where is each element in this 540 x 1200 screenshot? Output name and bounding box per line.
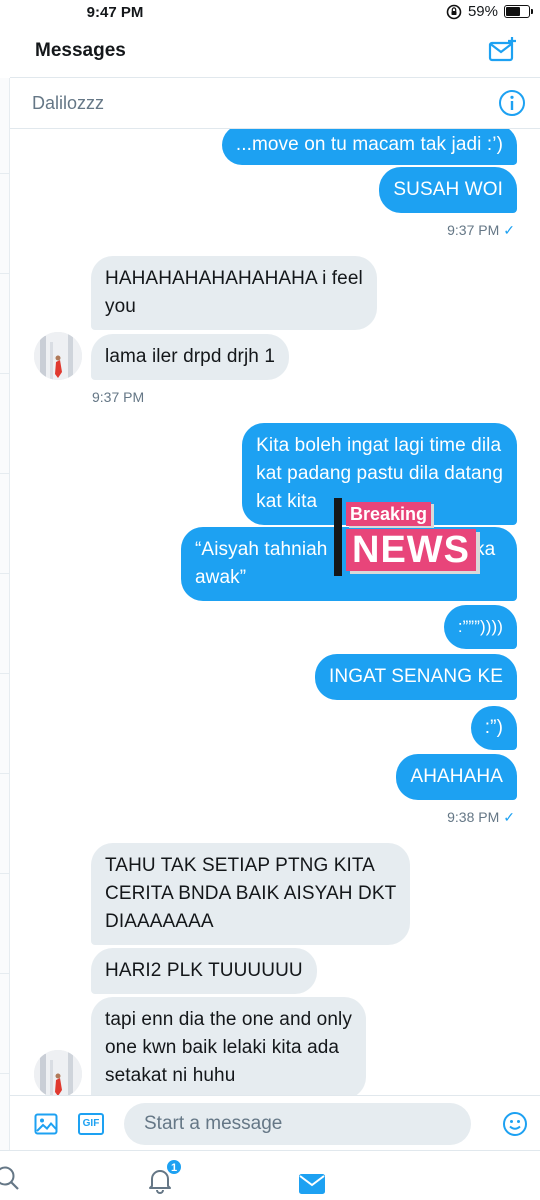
gif-button[interactable]: GIF [78,1113,104,1135]
emoji-icon[interactable] [502,1111,528,1137]
battery-percentage: 59% [467,3,498,20]
message-text: awak” [195,567,247,588]
message-timestamp: 9:37 PM [92,389,145,405]
bottom-tab-bar: 1 [0,1150,540,1200]
battery-icon [504,5,533,18]
message-bubble-outgoing[interactable]: AHAHAHA [396,754,517,800]
message-bubble-incoming[interactable]: tapi enn dia the one and only one kwn ba… [91,997,366,1095]
conversation-header: Dalilozzz [10,77,540,129]
search-icon[interactable] [0,1165,20,1191]
avatar[interactable] [34,1050,82,1095]
page-title: Messages [35,40,126,61]
message-bubble-outgoing[interactable]: SUSAH WOI [379,167,517,213]
inbox-list-edge [0,78,10,1150]
avatar-image [34,332,82,380]
sent-check-icon: ✓ [503,222,515,238]
message-bubble-outgoing[interactable]: :”””)))) [443,605,517,649]
message-bubble-incoming[interactable]: TAHU TAK SETIAP PTNG KITA CERITA BNDA BA… [91,843,411,945]
message-bubble-outgoing[interactable]: :”) [470,706,517,750]
conversation-title: Dalilozzz [32,93,105,113]
message-bubble-outgoing[interactable]: ...move on tu macam tak jadi :’) [221,129,517,165]
message-timestamp: 9:38 PM ✓ [447,809,515,825]
notification-count-badge: 1 [166,1159,182,1175]
info-icon[interactable] [498,89,526,117]
message-timestamp: 9:37 PM ✓ [447,222,515,238]
message-composer: GIF [10,1095,540,1150]
messages-tab-icon[interactable] [298,1173,326,1195]
status-bar: 9:47 PM 59% [0,0,540,26]
message-bubble-incoming[interactable]: lama iler drpd drjh 1 [91,334,290,380]
sticker-breaking-text: Breaking [346,502,432,526]
message-text: “Aisyah tahniah [195,539,328,560]
image-icon[interactable] [34,1113,58,1135]
message-bubble-incoming[interactable]: HARI2 PLK TUUUUUU [91,948,317,994]
message-input[interactable] [124,1103,471,1145]
messages-header: Messages [0,26,540,76]
new-message-icon[interactable] [488,36,518,64]
avatar-image [34,1050,82,1095]
status-indicators: 59% [446,3,533,20]
sticker-bar [334,498,342,576]
status-time: 9:47 PM [86,4,144,21]
message-bubble-incoming[interactable]: HAHAHAHAHAHAHAHA i feel you [91,256,377,330]
rotation-lock-icon [446,4,462,19]
sticker-news-text: NEWS [346,529,476,571]
message-thread[interactable]: ...move on tu macam tak jadi :’) SUSAH W… [10,129,540,1095]
breaking-news-sticker: Breaking NEWS [334,498,484,578]
message-bubble-outgoing[interactable]: INGAT SENANG KE [315,654,517,700]
avatar[interactable] [34,332,82,380]
sent-check-icon: ✓ [503,809,515,825]
